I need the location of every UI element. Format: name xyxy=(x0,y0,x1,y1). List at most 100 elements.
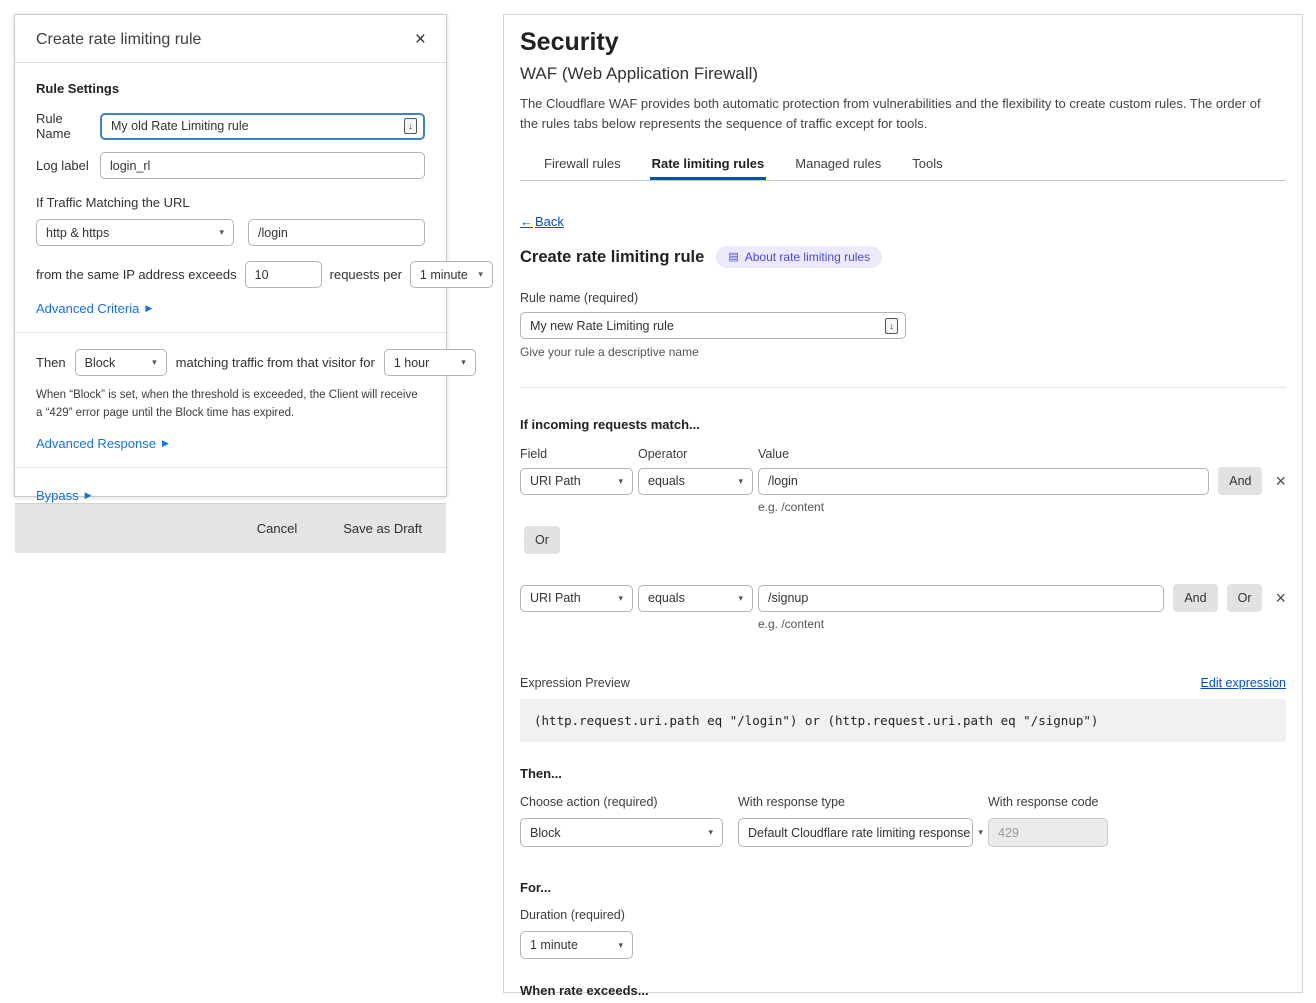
response-code-column: With response code xyxy=(988,795,1108,847)
rule-name-input[interactable] xyxy=(100,113,425,140)
duration-label: Duration (required) xyxy=(520,908,1286,922)
save-as-draft-button[interactable]: Save as Draft xyxy=(343,521,422,536)
operator-select[interactable]: equals ▾ xyxy=(638,585,753,612)
condition-row: URI Path ▾ equals ▾ And Or × xyxy=(520,584,1286,612)
document-icon: ▤ xyxy=(728,252,738,263)
block-duration-select[interactable]: 1 hour ▾ xyxy=(384,349,476,376)
response-type-select[interactable]: Default Cloudflare rate limiting respons… xyxy=(738,818,973,847)
action-select-value: Block xyxy=(85,356,116,370)
advanced-criteria-link[interactable]: Advanced Criteria ▶ xyxy=(36,301,152,316)
tab-rate-limiting-rules[interactable]: Rate limiting rules xyxy=(650,150,767,180)
caret-down-icon: ▾ xyxy=(461,357,466,368)
rule-name-input-wrap: ↓ xyxy=(520,312,906,339)
url-input[interactable] xyxy=(248,219,425,246)
field-select-value: URI Path xyxy=(530,591,581,605)
or-button[interactable]: Or xyxy=(1227,584,1263,612)
page-title: Security xyxy=(520,28,1286,57)
autofill-icon[interactable]: ↓ xyxy=(404,118,417,134)
rule-name-input[interactable] xyxy=(520,312,906,339)
bypass-link[interactable]: Bypass ▶ xyxy=(36,488,92,503)
cancel-button[interactable]: Cancel xyxy=(257,521,297,536)
caret-right-icon: ▶ xyxy=(162,438,169,449)
period-select[interactable]: 1 minute ▾ xyxy=(410,261,493,288)
edit-expression-link[interactable]: Edit expression xyxy=(1201,676,1286,690)
create-rule-heading: Create rate limiting rule xyxy=(520,248,704,267)
caret-down-icon: ▾ xyxy=(618,476,623,487)
caret-down-icon: ▾ xyxy=(708,827,713,838)
tab-firewall-rules[interactable]: Firewall rules xyxy=(542,150,623,180)
tab-managed-rules[interactable]: Managed rules xyxy=(793,150,883,180)
create-rate-limiting-rule-dialog: Create rate limiting rule × Rule Setting… xyxy=(14,14,447,497)
close-icon[interactable]: × xyxy=(415,30,426,49)
field-select[interactable]: URI Path ▾ xyxy=(520,468,633,495)
scheme-select[interactable]: http & https ▾ xyxy=(36,219,234,246)
remove-condition-icon[interactable]: × xyxy=(1275,589,1286,607)
then-label: Then xyxy=(36,355,66,370)
caret-right-icon: ▶ xyxy=(145,303,152,314)
about-rate-limiting-badge[interactable]: ▤ About rate limiting rules xyxy=(716,246,882,268)
caret-down-icon: ▾ xyxy=(618,940,623,951)
waf-tabs: Firewall rules Rate limiting rules Manag… xyxy=(520,150,1286,181)
dialog-title: Create rate limiting rule xyxy=(36,31,201,49)
caret-down-icon: ▾ xyxy=(738,593,743,604)
response-code-input xyxy=(988,818,1108,847)
operator-select[interactable]: equals ▾ xyxy=(638,468,753,495)
field-select[interactable]: URI Path ▾ xyxy=(520,585,633,612)
duration-select[interactable]: 1 minute ▾ xyxy=(520,931,633,959)
back-arrow-icon: ← xyxy=(520,214,533,229)
log-label-input[interactable] xyxy=(100,152,425,179)
value-input[interactable] xyxy=(758,585,1164,612)
create-rule-heading-row: Create rate limiting rule ▤ About rate l… xyxy=(520,246,1286,268)
response-type-column: With response type Default Cloudflare ra… xyxy=(738,795,973,847)
advanced-response-link[interactable]: Advanced Response ▶ xyxy=(36,436,169,451)
remove-condition-icon[interactable]: × xyxy=(1275,472,1286,490)
autofill-icon[interactable]: ↓ xyxy=(885,318,898,334)
action-select[interactable]: Block ▾ xyxy=(75,349,167,376)
rule-name-block: Rule name (required) ↓ Give your rule a … xyxy=(520,291,1286,359)
response-type-value: Default Cloudflare rate limiting respons… xyxy=(748,826,970,840)
caret-down-icon: ▾ xyxy=(478,269,483,280)
caret-down-icon: ▾ xyxy=(219,227,224,238)
threshold-text-2: requests per xyxy=(330,267,402,282)
rate-heading: When rate exceeds... xyxy=(520,983,1286,998)
for-heading: For... xyxy=(520,880,1286,895)
choose-action-label: Choose action (required) xyxy=(520,795,723,809)
expression-header: Expression Preview Edit expression xyxy=(520,676,1286,690)
value-helper: e.g. /content xyxy=(758,500,1286,514)
duration-value: 1 minute xyxy=(530,938,578,952)
and-button[interactable]: And xyxy=(1173,584,1217,612)
caret-down-icon: ▾ xyxy=(978,827,983,838)
url-input-wrap xyxy=(248,219,425,246)
log-label-row: Log label xyxy=(36,152,425,179)
log-label: Log label xyxy=(36,158,100,173)
rule-name-helper: Give your rule a descriptive name xyxy=(520,345,1286,359)
tab-tools[interactable]: Tools xyxy=(910,150,944,180)
rule-name-row: Rule Name ↓ xyxy=(36,111,425,141)
or-connector-button[interactable]: Or xyxy=(524,526,560,554)
advanced-response-label: Advanced Response xyxy=(36,436,156,451)
and-button[interactable]: And xyxy=(1218,467,1262,495)
then-heading: Then... xyxy=(520,766,1286,781)
advanced-criteria-label: Advanced Criteria xyxy=(36,301,139,316)
threshold-text-1: from the same IP address exceeds xyxy=(36,267,237,282)
security-waf-panel: Security WAF (Web Application Firewall) … xyxy=(503,14,1303,993)
block-note: When “Block” is set, when the threshold … xyxy=(36,387,421,423)
operator-select-value: equals xyxy=(648,474,685,488)
operator-select-value: equals xyxy=(648,591,685,605)
log-input-wrap xyxy=(100,152,425,179)
about-badge-label: About rate limiting rules xyxy=(745,250,870,264)
then-text: matching traffic from that visitor for xyxy=(176,355,375,370)
then-row: Then Block ▾ matching traffic from that … xyxy=(36,349,425,376)
condition-column-labels: Field Operator Value xyxy=(520,447,1286,461)
caret-down-icon: ▾ xyxy=(152,357,157,368)
value-input[interactable] xyxy=(758,468,1209,495)
requests-input[interactable] xyxy=(245,261,322,288)
choose-action-select[interactable]: Block ▾ xyxy=(520,818,723,847)
dialog-body: Rule Settings Rule Name ↓ Log label If T… xyxy=(15,63,446,503)
caret-right-icon: ▶ xyxy=(85,490,92,501)
condition-row: URI Path ▾ equals ▾ And × xyxy=(520,467,1286,495)
back-label: Back xyxy=(535,214,564,229)
response-type-label: With response type xyxy=(738,795,973,809)
back-link[interactable]: ← Back xyxy=(520,214,564,229)
choose-action-column: Choose action (required) Block ▾ xyxy=(520,795,723,847)
